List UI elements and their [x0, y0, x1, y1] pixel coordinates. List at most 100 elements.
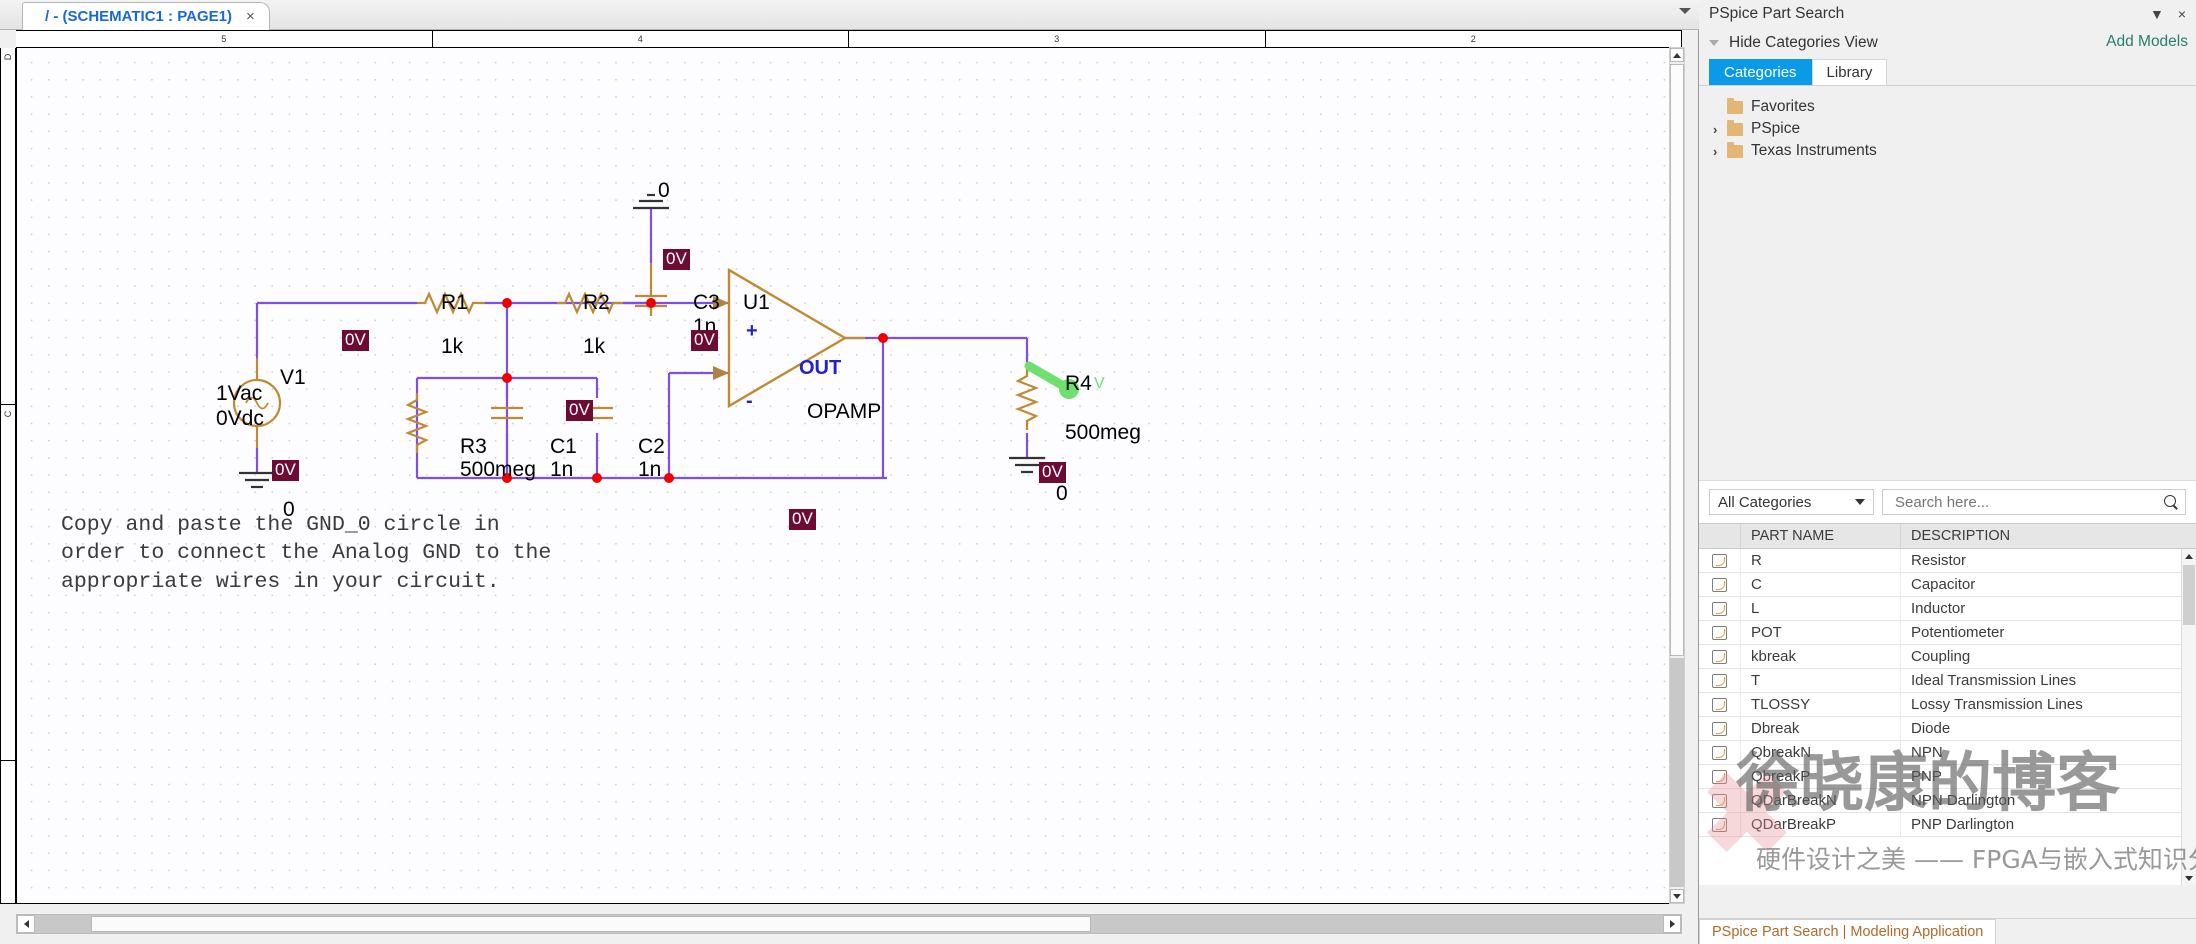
chevron-down-icon[interactable] — [1855, 499, 1865, 505]
part-description-cell: NPN — [1911, 744, 1943, 761]
vertical-scroll-thumb[interactable] — [1670, 64, 1684, 656]
vertical-scroll-track[interactable] — [1670, 658, 1684, 887]
ruler-tick: D — [1, 48, 15, 405]
grid-header-icon-cell — [1699, 524, 1741, 548]
close-icon[interactable]: × — [246, 8, 255, 25]
chevron-down-icon[interactable] — [1679, 8, 1691, 14]
hide-categories-row[interactable]: Hide Categories View Add Models — [1699, 28, 2196, 58]
grid-scroll-thumb[interactable] — [2183, 565, 2195, 625]
chevron-down-icon[interactable]: ▼ — [2150, 6, 2164, 22]
part-cell-icon — [1699, 717, 1741, 740]
table-row[interactable]: QDarBreakP PNP Darlington — [1699, 813, 2196, 837]
component-label: 0 — [658, 179, 670, 202]
tree-item-label: PSpice — [1751, 120, 1801, 137]
part-description-cell: PNP — [1911, 768, 1942, 785]
bottom-tab-pspice-part-search[interactable]: PSpice Part Search | Modeling Applicatio… — [1699, 919, 1997, 944]
part-name-cell: C — [1741, 573, 1901, 596]
tree-item-pspice[interactable]: › PSpice — [1699, 118, 2196, 140]
part-description-cell: PNP Darlington — [1911, 816, 2015, 833]
grid-scroll-up-button[interactable] — [2182, 549, 2196, 563]
schematic-grid: R1 1k R2 1k C3 1n U1 OPAMP V1 1Vac 0Vdc 0 0 R3 500meg C… — [17, 48, 1681, 903]
search-row: All Categories — [1699, 480, 2196, 523]
panel-titlebar: PSpice Part Search ▼ × — [1699, 0, 2196, 28]
component-label: 0Vdc — [216, 407, 264, 430]
table-row[interactable]: TLOSSY Lossy Transmission Lines — [1699, 693, 2196, 717]
schematic-editor: / - (SCHEMATIC1 : PAGE1) × 5432 DC R1 1k… — [0, 0, 1699, 944]
table-row[interactable]: R Resistor — [1699, 549, 2196, 573]
ruler-tick: 5 — [16, 31, 433, 47]
table-row[interactable]: QbreakP PNP — [1699, 765, 2196, 789]
table-row[interactable]: QDarBreakN NPN Darlington — [1699, 789, 2196, 813]
caret-down-icon[interactable] — [1709, 40, 1719, 46]
table-row[interactable]: POT Potentiometer — [1699, 621, 2196, 645]
chevron-right-icon[interactable]: › — [1713, 122, 1727, 137]
chip-icon — [1712, 553, 1727, 568]
voltage-badge: 0V — [342, 330, 369, 351]
part-description-cell: Resistor — [1911, 552, 1967, 569]
category-filter-select[interactable]: All Categories — [1709, 489, 1874, 515]
chip-icon — [1712, 817, 1727, 832]
component-label: C1 — [550, 435, 577, 458]
table-row[interactable]: kbreak Coupling — [1699, 645, 2196, 669]
parts-grid-header: PART NAME DESCRIPTION — [1699, 523, 2196, 549]
grid-scroll-down-button[interactable] — [2182, 871, 2196, 885]
component-label: R1 — [441, 291, 468, 314]
component-label: 1k — [441, 335, 464, 358]
chevron-right-icon[interactable]: › — [1713, 144, 1727, 159]
tree-item-favorites[interactable]: Favorites — [1699, 96, 2196, 118]
search-box[interactable] — [1882, 489, 2186, 515]
chip-icon — [1712, 601, 1727, 616]
voltage-badge: 0V — [789, 509, 816, 530]
ruler-tick: C — [1, 405, 15, 762]
canvas-vertical-scrollbar[interactable] — [1669, 47, 1685, 904]
canvas-horizontal-scrollbar[interactable] — [16, 914, 1682, 934]
part-cell-icon — [1699, 621, 1741, 644]
part-cell-icon — [1699, 693, 1741, 716]
document-tab-schematic1-page1[interactable]: / - (SCHEMATIC1 : PAGE1) × — [22, 2, 270, 30]
parts-grid-scrollbar[interactable] — [2181, 549, 2196, 885]
chip-icon — [1712, 649, 1727, 664]
horizontal-scroll-thumb[interactable] — [91, 916, 1091, 932]
table-row[interactable]: T Ideal Transmission Lines — [1699, 669, 2196, 693]
scroll-left-button[interactable] — [17, 915, 35, 933]
component-label: C3 — [693, 291, 720, 314]
component-label: C2 — [638, 435, 665, 458]
scroll-right-button[interactable] — [1663, 915, 1681, 933]
voltage-badge: 0V — [566, 400, 593, 421]
search-input[interactable] — [1893, 492, 2163, 512]
panel-tab-library[interactable]: Library — [1811, 59, 1888, 85]
voltage-badge: 0V — [272, 460, 299, 481]
component-label: 1Vac — [216, 382, 263, 405]
table-row[interactable]: C Capacitor — [1699, 573, 2196, 597]
panel-tab-categories[interactable]: Categories — [1709, 59, 1812, 85]
schematic-canvas[interactable]: R1 1k R2 1k C3 1n U1 OPAMP V1 1Vac 0Vdc 0 0 R3 500meg C… — [16, 47, 1682, 904]
parts-grid-body[interactable]: R Resistor C Capacitor L Inductor POT Potentiom… — [1699, 549, 2196, 885]
search-icon[interactable] — [2163, 494, 2179, 510]
pin-label: + — [746, 320, 758, 342]
document-tab-label: / - (SCHEMATIC1 : PAGE1) — [45, 8, 232, 25]
table-row[interactable]: Dbreak Diode — [1699, 717, 2196, 741]
chip-icon — [1712, 625, 1727, 640]
scroll-up-button[interactable] — [1670, 48, 1684, 62]
table-row[interactable]: QbreakN NPN — [1699, 741, 2196, 765]
tree-item-texas-instruments[interactable]: › Texas Instruments — [1699, 140, 2196, 162]
part-cell-icon — [1699, 741, 1741, 764]
chip-icon — [1712, 697, 1727, 712]
voltage-badge: 0V — [691, 330, 718, 351]
part-name-cell: QDarBreakN — [1741, 789, 1901, 812]
table-row[interactable]: L Inductor — [1699, 597, 2196, 621]
component-label: 500meg — [1065, 421, 1141, 444]
part-description-cell: Coupling — [1911, 648, 1971, 665]
ruler-tick: 4 — [433, 31, 849, 47]
close-icon[interactable]: × — [2178, 6, 2186, 22]
part-description-cell: Inductor — [1911, 600, 1966, 617]
horizontal-ruler: 5432 — [16, 30, 1682, 48]
part-description-cell: Lossy Transmission Lines — [1911, 696, 2083, 713]
pin-label: - — [746, 390, 753, 412]
marker-label: V — [1094, 375, 1105, 392]
circuit-diagram — [232, 193, 1079, 489]
add-models-link[interactable]: Add Models — [2106, 33, 2188, 51]
part-name-cell: Dbreak — [1741, 717, 1901, 740]
scroll-down-button[interactable] — [1670, 889, 1684, 903]
part-name-cell: POT — [1741, 621, 1901, 644]
